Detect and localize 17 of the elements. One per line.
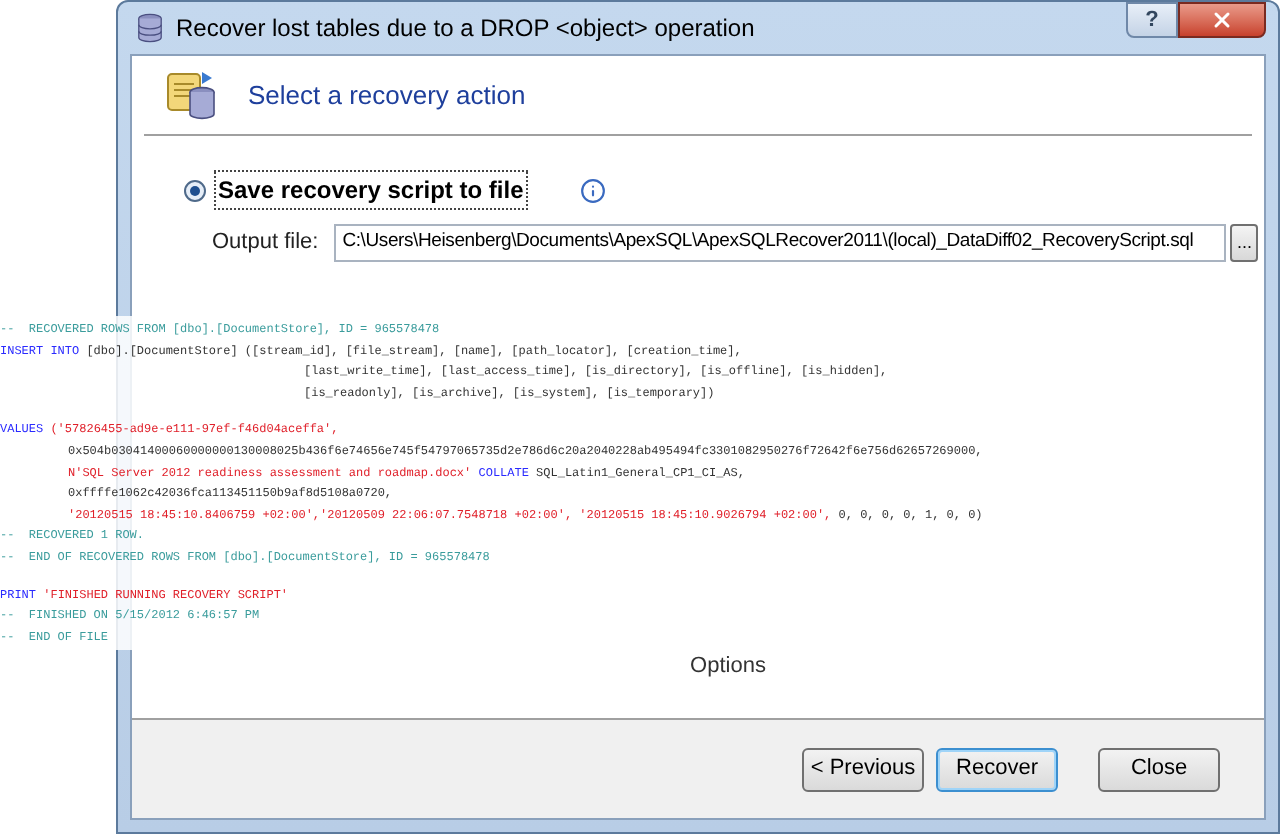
dialog-button[interactable]: < Previous — [802, 747, 924, 791]
database-icon — [134, 12, 166, 44]
output-file-field[interactable]: C:\Users\Heisenberg\Documents\ApexSQL\ApexSQLRecover2011\(local)_DataDiff02_RecoveryScript.sql — [334, 224, 1227, 262]
close-icon — [1210, 8, 1234, 32]
output-file-label: Output file: — [212, 228, 319, 259]
options-label: Options — [690, 651, 766, 681]
dialog-button[interactable]: Close — [1098, 747, 1220, 791]
page-heading: Select a recovery action — [248, 77, 526, 114]
script-database-icon — [164, 67, 220, 123]
browse-button[interactable]: ... — [1230, 224, 1259, 262]
info-icon[interactable] — [579, 177, 606, 203]
close-button[interactable] — [1178, 2, 1266, 38]
radio-button[interactable] — [184, 179, 206, 201]
window-title: Recover lost tables due to a DROP <object> operation — [176, 12, 755, 46]
radio-label[interactable]: Save recovery script to file — [214, 170, 528, 210]
help-button[interactable]: ? — [1126, 2, 1178, 38]
dialog-button[interactable]: Recover — [936, 747, 1058, 791]
